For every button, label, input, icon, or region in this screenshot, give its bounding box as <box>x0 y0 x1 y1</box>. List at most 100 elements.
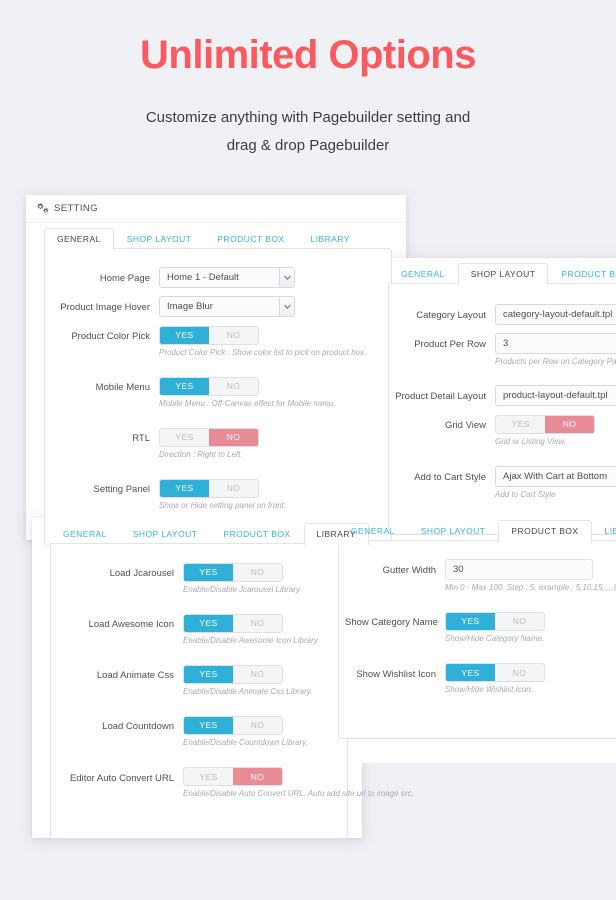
toggle-option-no[interactable]: NO <box>233 614 282 632</box>
toggle-show-wishlist-icon[interactable]: YES NO <box>445 663 545 683</box>
tab-product-box[interactable]: PRODUCT BOX <box>204 228 297 251</box>
toggle-load-countdown[interactable]: YES NO <box>183 716 283 736</box>
tab-shop-layout[interactable]: SHOP LAYOUT <box>457 262 549 285</box>
toggle-option-no[interactable]: NO <box>209 377 258 395</box>
select-product-image-hover[interactable]: Image Blur <box>159 296 295 317</box>
toggle-option-no[interactable]: NO <box>209 429 258 447</box>
tab-product-box[interactable]: PRODUCT BOX <box>498 519 592 542</box>
toggle-grid-view[interactable]: YES NO <box>495 415 595 435</box>
row-spacer <box>57 705 333 715</box>
toggle-option-no[interactable]: NO <box>233 768 282 786</box>
tab-shop-layout[interactable]: SHOP LAYOUT <box>120 523 211 546</box>
field-label: Grid View <box>444 420 486 432</box>
form-row: Mobile Menu YES NO Mobile Menu : Off-Canvas… <box>51 376 377 409</box>
form-row: Add to Cart Style Ajax With Cart at Botto… <box>395 465 616 500</box>
toggle-option-yes[interactable]: YES <box>446 613 495 631</box>
chevron-down-icon[interactable] <box>279 268 294 287</box>
tab-shop-layout[interactable]: SHOP LAYOUT <box>408 520 499 543</box>
tab-library[interactable]: LIBRARY <box>592 520 616 543</box>
row-spacer <box>395 456 616 466</box>
toggle-option-yes[interactable]: YES <box>160 326 209 344</box>
toggle-option-yes[interactable]: YES <box>184 717 233 735</box>
toggle-load-jcarousel[interactable]: YES NO <box>183 562 283 582</box>
field-hint: Enable/Disable Awesome Icon Library. <box>183 635 320 645</box>
settings-panels-stage: SETTING GENERAL SHOP LAYOUT PRODUCT BOX … <box>0 180 616 900</box>
toggle-option-no[interactable]: NO <box>233 666 282 684</box>
field-hint: Enable/Disable Jcarousel Library. <box>183 584 302 594</box>
row-spacer <box>51 468 377 478</box>
toggle-rtl[interactable]: YES NO <box>159 428 259 448</box>
select-product-detail-layout[interactable]: product-layout-default.tpl <box>495 385 616 407</box>
toggle-mobile-menu[interactable]: YES NO <box>159 376 259 396</box>
toggle-option-no[interactable]: NO <box>545 416 594 434</box>
select-product-per-row[interactable]: 3 <box>495 333 616 354</box>
field-control: YES NO Show/Hide Wishlist Icon. <box>445 663 616 696</box>
row-spacer <box>57 603 333 613</box>
form-fields-library: Load Jcarousel YES NO Enable/Disable Jcarou… <box>57 562 414 818</box>
form-row: Load Jcarousel YES NO Enable/Disable Jcarou… <box>57 562 333 595</box>
field-hint: Add to Cart Style <box>495 489 556 499</box>
toggle-option-yes[interactable]: YES <box>184 666 233 684</box>
input-gutter-width[interactable]: 30 <box>445 559 593 580</box>
tab-shop-layout[interactable]: SHOP LAYOUT <box>114 228 205 251</box>
settings-panel-library: GENERAL SHOP LAYOUT PRODUCT BOX LIBRARY … <box>32 518 414 839</box>
toggle-option-yes[interactable]: YES <box>184 614 233 632</box>
tab-general[interactable]: GENERAL <box>338 520 408 543</box>
row-spacer <box>395 375 616 385</box>
tab-general[interactable]: GENERAL <box>44 227 114 250</box>
select-add-to-cart-style[interactable]: Ajax With Cart at Bottom <box>495 465 616 487</box>
tab-general[interactable]: GENERAL <box>388 263 458 286</box>
row-spacer <box>51 417 377 427</box>
toggle-option-no[interactable]: NO <box>495 664 544 682</box>
toggle-option-yes[interactable]: YES <box>446 664 495 682</box>
toggle-option-yes[interactable]: YES <box>160 480 209 498</box>
form-row: RTL YES NO Direction : Right to Left. <box>51 427 377 460</box>
field-control: YES NO Enable/Disable Auto Convert URL. Au… <box>183 767 414 800</box>
field-label: Load Jcarousel <box>109 568 174 579</box>
toggle-option-yes[interactable]: YES <box>496 416 545 434</box>
select-home-page[interactable]: Home 1 - Default <box>159 267 295 288</box>
field-label: Category Layout <box>416 310 486 321</box>
toggle-option-no[interactable]: NO <box>209 480 258 498</box>
toggle-option-yes[interactable]: YES <box>160 429 209 447</box>
field-control: Image Blur <box>159 296 377 317</box>
select-value: Home 1 - Default <box>160 268 279 287</box>
field-control: YES NO Enable/Disable Jcarousel Library. <box>183 562 333 595</box>
toggle-option-no[interactable]: NO <box>209 326 258 344</box>
form-fields-product-box: Gutter Width 30 Min 0 - Max 100, Step : 5,… <box>345 559 616 714</box>
field-label: Product Color Pick <box>71 331 150 342</box>
form-row: Grid View YES NO Grid or Listing View. <box>395 414 616 447</box>
field-control: YES NO Mobile Menu : Off-Canvas effect for… <box>159 376 377 409</box>
settings-panel-product-box: GENERAL SHOP LAYOUT PRODUCT BOX LIBRARY … <box>320 515 616 763</box>
toggle-load-animate-css[interactable]: YES NO <box>183 665 283 685</box>
row-spacer <box>51 366 377 376</box>
toggle-load-awesome-icon[interactable]: YES NO <box>183 613 283 633</box>
toggle-option-yes[interactable]: YES <box>184 563 233 581</box>
toggle-option-no[interactable]: NO <box>233 563 282 581</box>
tab-general[interactable]: GENERAL <box>50 523 120 546</box>
toggle-option-yes[interactable]: YES <box>184 768 233 786</box>
tab-product-box[interactable]: PRODUCT BOX <box>210 523 303 546</box>
page-title: Unlimited Options <box>140 33 476 77</box>
select-value: category-layout-default.tpl <box>496 305 616 324</box>
tab-product-box[interactable]: PRODUCT BOX <box>548 263 616 286</box>
field-hint: Show/Hide Wishlist Icon. <box>445 685 533 695</box>
toggle-product-color-pick[interactable]: YES NO <box>159 325 259 345</box>
toggle-option-yes[interactable]: YES <box>160 377 209 395</box>
toggle-editor-auto-convert-url[interactable]: YES NO <box>183 767 283 787</box>
tab-bar-shop-layout-panel: GENERAL SHOP LAYOUT PRODUCT BOX LIBRARY <box>370 258 616 286</box>
form-row: Editor Auto Convert URL YES NO Enable/Disab… <box>57 767 414 800</box>
tab-library[interactable]: LIBRARY <box>298 228 363 251</box>
toggle-option-no[interactable]: NO <box>495 613 544 631</box>
field-control: 30 Min 0 - Max 100, Step : 5, example : 5… <box>445 559 616 593</box>
row-spacer <box>57 654 333 664</box>
form-row: Product Detail Layout product-layout-defa… <box>395 385 616 407</box>
field-control: YES NO Grid or Listing View. <box>495 414 616 447</box>
select-category-layout[interactable]: category-layout-default.tpl <box>495 304 616 325</box>
field-label: Home Page <box>99 273 150 284</box>
field-label: Product Per Row <box>414 339 486 350</box>
toggle-setting-panel[interactable]: YES NO <box>159 479 259 499</box>
toggle-option-no[interactable]: NO <box>233 717 282 735</box>
chevron-down-icon[interactable] <box>279 297 294 316</box>
toggle-show-category-name[interactable]: YES NO <box>445 612 545 632</box>
